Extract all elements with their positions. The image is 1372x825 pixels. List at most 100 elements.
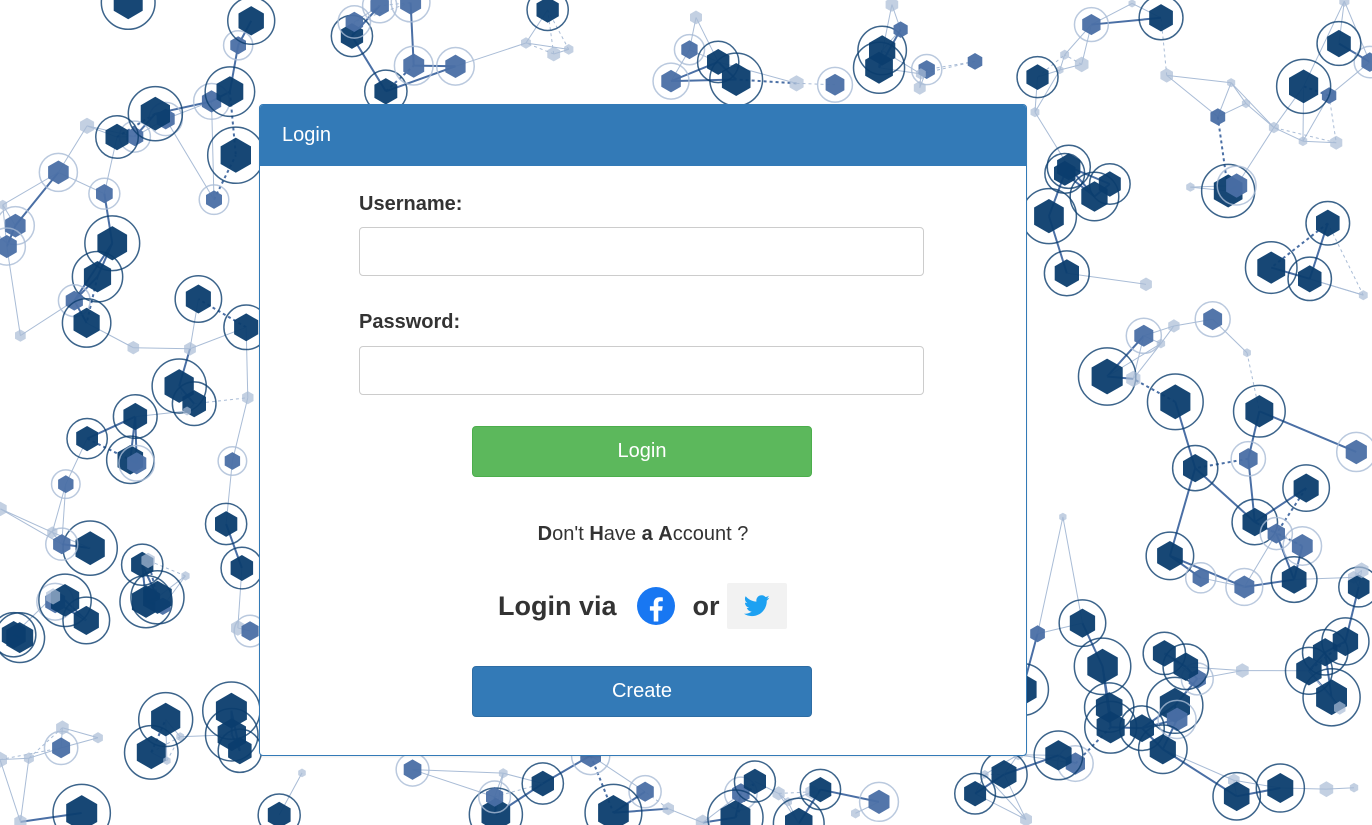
network-link (231, 397, 249, 462)
network-hexagon (73, 307, 100, 339)
network-hexagon (1291, 534, 1313, 558)
network-hexagon (1210, 108, 1226, 126)
network-hexagon (96, 184, 113, 204)
password-input[interactable] (359, 346, 924, 395)
network-hexagon (536, 0, 559, 23)
network-hexagon (1239, 448, 1258, 470)
password-label: Password: (359, 311, 461, 333)
network-link (412, 769, 495, 798)
network-hexagon (15, 329, 26, 342)
network-hexagon (1242, 507, 1268, 537)
network-hexagon (547, 46, 561, 62)
network-hexagon (0, 751, 7, 768)
network-hexagon (215, 511, 238, 537)
network-hexagon (1257, 251, 1286, 284)
login-button[interactable]: Login (472, 426, 812, 477)
network-hexagon (1267, 773, 1294, 803)
social-login-row: Login via or (498, 583, 787, 629)
login-via-label: Login via (498, 590, 617, 621)
network-hexagon (298, 768, 306, 778)
network-link (0, 508, 63, 545)
network-link (455, 42, 527, 67)
network-link (1245, 103, 1275, 128)
network-hexagon (1327, 29, 1351, 58)
network-hexagon (52, 737, 71, 759)
network-hexagon (58, 475, 74, 494)
network-link (1037, 516, 1064, 634)
account-prompt-segment: H (589, 523, 604, 545)
network-hexagon (445, 54, 466, 78)
network-link (1166, 74, 1219, 118)
network-hexagon (400, 0, 422, 15)
create-account-prompt: Don't Have a Account ? (260, 523, 1026, 546)
network-hexagon (1054, 259, 1079, 288)
network-hexagon (123, 402, 148, 431)
panel-title: Login (260, 105, 1026, 166)
network-hexagon (267, 801, 291, 825)
network-hexagon (521, 37, 531, 49)
network-hexagon (498, 768, 508, 779)
network-hexagon (206, 190, 222, 209)
network-hexagon (97, 226, 128, 261)
network-hexagon (1281, 565, 1307, 594)
network-link (412, 769, 504, 774)
network-hexagon (967, 53, 983, 70)
network-hexagon (185, 284, 211, 314)
network-link (133, 347, 191, 350)
network-hexagon (868, 789, 890, 814)
network-hexagon (242, 391, 254, 405)
network-hexagon (127, 341, 140, 355)
username-input[interactable] (359, 227, 924, 276)
network-link (20, 300, 75, 337)
network-hexagon (1267, 523, 1285, 544)
network-hexagon (230, 36, 246, 55)
network-hexagon (825, 73, 845, 96)
network-hexagon (75, 531, 105, 566)
network-hexagon (1316, 209, 1340, 237)
facebook-icon[interactable] (636, 586, 676, 626)
network-hexagon (598, 795, 629, 825)
account-prompt-segment: D (537, 523, 553, 545)
network-hexagon (1203, 308, 1223, 331)
network-link (1258, 410, 1357, 453)
network-hexagon (1149, 4, 1173, 32)
network-hexagon (636, 781, 654, 802)
network-link (0, 508, 53, 533)
username-label: Username: (359, 193, 463, 215)
account-prompt-segment: a (641, 523, 653, 545)
network-hexagon (184, 342, 196, 356)
network-hexagon (1186, 182, 1195, 192)
network-hexagon (113, 0, 143, 20)
network-hexagon (851, 808, 860, 819)
login-panel: Login Username: Password: Login Don't Ha… (259, 104, 1027, 756)
create-button[interactable]: Create (472, 666, 812, 717)
or-label: or (692, 590, 720, 621)
network-hexagon (0, 235, 17, 259)
network-hexagon (1298, 265, 1322, 293)
network-hexagon (661, 69, 681, 93)
network-hexagon (1160, 384, 1191, 420)
network-link (6, 246, 21, 336)
network-hexagon (1059, 512, 1067, 522)
network-hexagon (1236, 663, 1249, 678)
twitter-icon[interactable] (726, 583, 787, 629)
network-hexagon (93, 732, 103, 744)
network-hexagon (789, 75, 804, 92)
network-hexagon (1069, 608, 1096, 638)
network-hexagon (1358, 290, 1368, 301)
network-hexagon (1319, 781, 1334, 798)
network-hexagon (23, 752, 34, 764)
network-hexagon (215, 692, 247, 729)
network-hexagon (1361, 52, 1372, 72)
network-hexagon (1345, 439, 1367, 465)
network-hexagon (1183, 454, 1208, 483)
network-hexagon (1223, 781, 1250, 812)
network-hexagon (66, 795, 98, 825)
network-hexagon (1234, 575, 1255, 599)
network-hexagon (136, 735, 166, 770)
network-hexagon (662, 802, 674, 816)
network-hexagon (1160, 68, 1173, 83)
network-link (19, 758, 30, 822)
network-hexagon (73, 605, 99, 635)
network-link (1327, 223, 1364, 296)
